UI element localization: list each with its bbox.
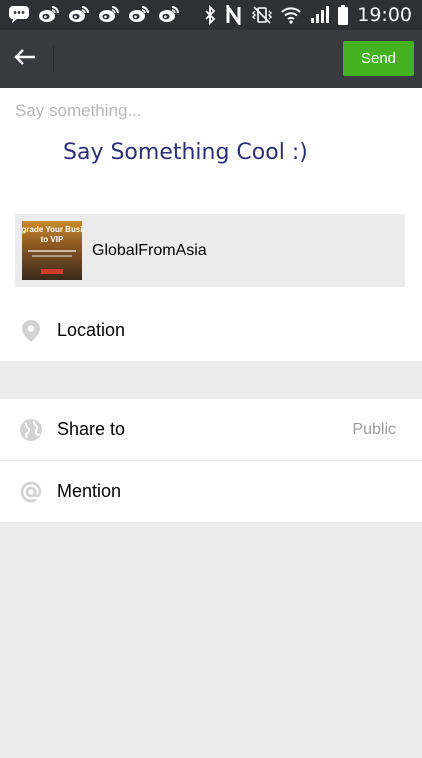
send-button[interactable]: Send <box>343 41 414 76</box>
chat-notification-icon <box>8 5 30 23</box>
bluetooth-icon <box>203 5 217 25</box>
thumbnail-detail <box>32 255 72 257</box>
status-time: 19:00 <box>357 4 412 26</box>
weibo-icon <box>38 5 60 23</box>
action-bar-divider <box>53 46 54 72</box>
mention-row[interactable]: Mention <box>0 461 422 522</box>
notification-icons <box>8 5 180 23</box>
message-input[interactable] <box>15 99 407 123</box>
overlay-caption: Say Something Cool :) <box>63 140 308 165</box>
thumbnail-text-line1: grade Your Busi <box>22 225 82 234</box>
location-row[interactable]: Location <box>0 301 422 361</box>
link-thumbnail: grade Your Busi to VIP <box>22 221 82 280</box>
signal-icon <box>309 5 330 25</box>
weibo-icon <box>158 5 180 23</box>
thumbnail-detail <box>28 250 76 252</box>
status-bar: 19:00 <box>0 0 422 30</box>
vibrate-icon <box>251 5 273 25</box>
link-title: GlobalFromAsia <box>92 242 207 259</box>
compose-section: Say Something Cool :) grade Your Busi to… <box>0 88 422 361</box>
weibo-icon <box>68 5 90 23</box>
nfc-icon <box>225 5 243 25</box>
share-to-row[interactable]: Share to Public <box>0 399 422 460</box>
thumbnail-button <box>41 269 63 274</box>
battery-icon <box>337 4 349 26</box>
share-to-label: Share to <box>57 419 126 439</box>
weibo-icon <box>98 5 120 23</box>
at-sign-icon <box>19 480 43 504</box>
location-pin-icon <box>19 319 43 343</box>
back-button[interactable] <box>6 40 44 78</box>
arrow-left-icon <box>14 48 36 71</box>
share-to-value: Public <box>352 421 396 438</box>
options-section: Share to Public Mention <box>0 399 422 522</box>
wifi-icon <box>281 5 301 25</box>
shared-link-card[interactable]: grade Your Busi to VIP GlobalFromAsia <box>15 214 405 287</box>
location-label: Location <box>57 320 126 340</box>
action-bar: Send <box>0 30 422 88</box>
system-status-icons: 19:00 <box>203 3 412 27</box>
weibo-icon <box>128 5 150 23</box>
globe-icon <box>19 418 43 442</box>
mention-label: Mention <box>57 481 122 501</box>
thumbnail-text-line2: to VIP <box>40 235 64 244</box>
